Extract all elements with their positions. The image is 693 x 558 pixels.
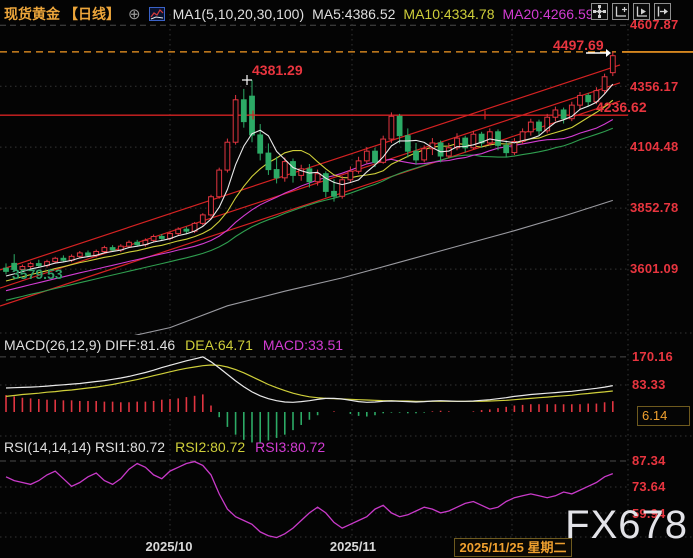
ma10-value: MA10:4334.78 [403,6,494,22]
hline-price-label[interactable]: 4236.62 [596,99,647,115]
watermark: FX678 [565,503,688,548]
candle-body [340,180,345,196]
price-tick-4: 3852.78 [630,200,678,215]
candle-body [159,236,164,238]
axis-zoom-icon[interactable] [612,3,629,20]
peak-high-label: 4381.29 [252,62,303,78]
trendline [0,65,620,270]
candle-body [127,242,132,246]
candle-body [241,100,246,122]
rsi2-value: RSI2:80.72 [175,439,245,455]
period-label[interactable]: 【日线】 [64,4,120,24]
candle-body [209,197,214,215]
candle-body [487,132,492,143]
candle-body [233,100,238,142]
macd-tick-2: 83.33 [632,377,666,392]
rsi-header: RSI(14,14,14) RSI1:80.72 RSI2:80.72 RSI3… [4,439,325,455]
candle-body [307,169,312,182]
ma100-line [104,200,612,342]
candle-body [504,145,509,152]
candle-body [348,171,353,179]
trendline [0,83,620,288]
price-tick-2: 4356.17 [630,79,678,94]
candle-body [200,215,205,223]
candle-body [151,236,156,240]
chart-type-icon[interactable] [149,7,165,21]
candle-body [102,248,107,252]
candle-body [561,110,566,119]
candle-body [217,170,222,197]
candle-body [61,258,66,260]
candle-body [446,148,451,156]
candle-body [586,95,591,101]
macd-tick-1: 170.16 [632,349,673,364]
candle-body [405,136,410,152]
date-tick-1: 2025/10 [138,539,200,554]
macd-value: MACD:33.51 [263,337,343,353]
ma20-value: MA20:4266.59 [502,6,593,22]
macd-value-badge: 6.14 [637,406,690,426]
candle-body [282,162,287,178]
macd-layer [6,357,613,443]
candle-body [184,229,189,231]
candles-layer [4,52,616,274]
candle-body [414,151,419,160]
current-date-badge: 2025/11/25 星期二 [454,538,572,557]
candle-body [471,134,476,148]
candle-body [438,143,443,156]
rsi-tick-2: 73.64 [632,479,666,494]
candle-body [266,153,271,169]
ma-settings-label: MA1(5,10,20,30,100) [173,6,305,22]
candle-body [110,248,115,250]
candle-body [537,122,542,131]
candle-body [77,253,82,256]
price-tick-3: 4104.48 [630,139,678,154]
candle-body [274,170,279,178]
ma5-value: MA5:4386.52 [312,6,395,22]
rsi-label: RSI(14,14,14) RSI1:80.72 [4,439,165,455]
candle-body [422,149,427,160]
candle-body [578,95,583,105]
chart-window: 现货黄金 【日线】 ⊕ MA1(5,10,20,30,100) MA5:4386… [0,0,693,558]
diff-line [6,357,613,402]
candle-body [602,77,607,91]
candle-body [397,116,402,135]
trendline [0,101,620,306]
macd-header: MACD(26,12,9) DIFF:81.46 DEA:64.71 MACD:… [4,337,343,353]
macd-label: MACD(26,12,9) DIFF:81.46 [4,337,175,353]
candle-body [258,135,263,153]
candle-body [356,161,361,171]
candle-body [364,151,369,161]
candle-body [176,229,181,233]
candle-body [225,142,230,170]
candle-body [553,110,558,117]
header: 现货黄金 【日线】 ⊕ MA1(5,10,20,30,100) MA5:4386… [4,4,594,24]
candle-body [389,116,394,139]
candle-body [373,151,378,162]
candle-body [496,132,501,146]
candle-body [528,122,533,132]
chart-canvas[interactable] [0,0,693,558]
candle-body [4,268,9,271]
pan-icon[interactable] [591,3,608,20]
rsi3-value: RSI3:80.72 [255,439,325,455]
candle-body [610,56,615,73]
candle-body [53,258,58,261]
symbol-name: 现货黄金 [4,4,60,24]
rsi-line [6,462,613,538]
swing-low-label: 3579.53 [12,266,63,282]
macd-dea-value: DEA:64.71 [185,337,253,353]
price-tick-1: 4607.87 [630,17,678,32]
date-tick-2: 2025/11 [322,539,384,554]
main-panel-layer [0,52,628,342]
candle-body [86,253,91,255]
price-tick-5: 3601.09 [630,261,678,276]
candle-body [332,191,337,196]
candle-body [315,174,320,182]
candle-body [135,242,140,244]
last-high-label: 4497.69 [553,37,604,53]
rsi-tick-1: 87.34 [632,453,666,468]
add-indicator-icon[interactable]: ⊕ [128,7,141,22]
